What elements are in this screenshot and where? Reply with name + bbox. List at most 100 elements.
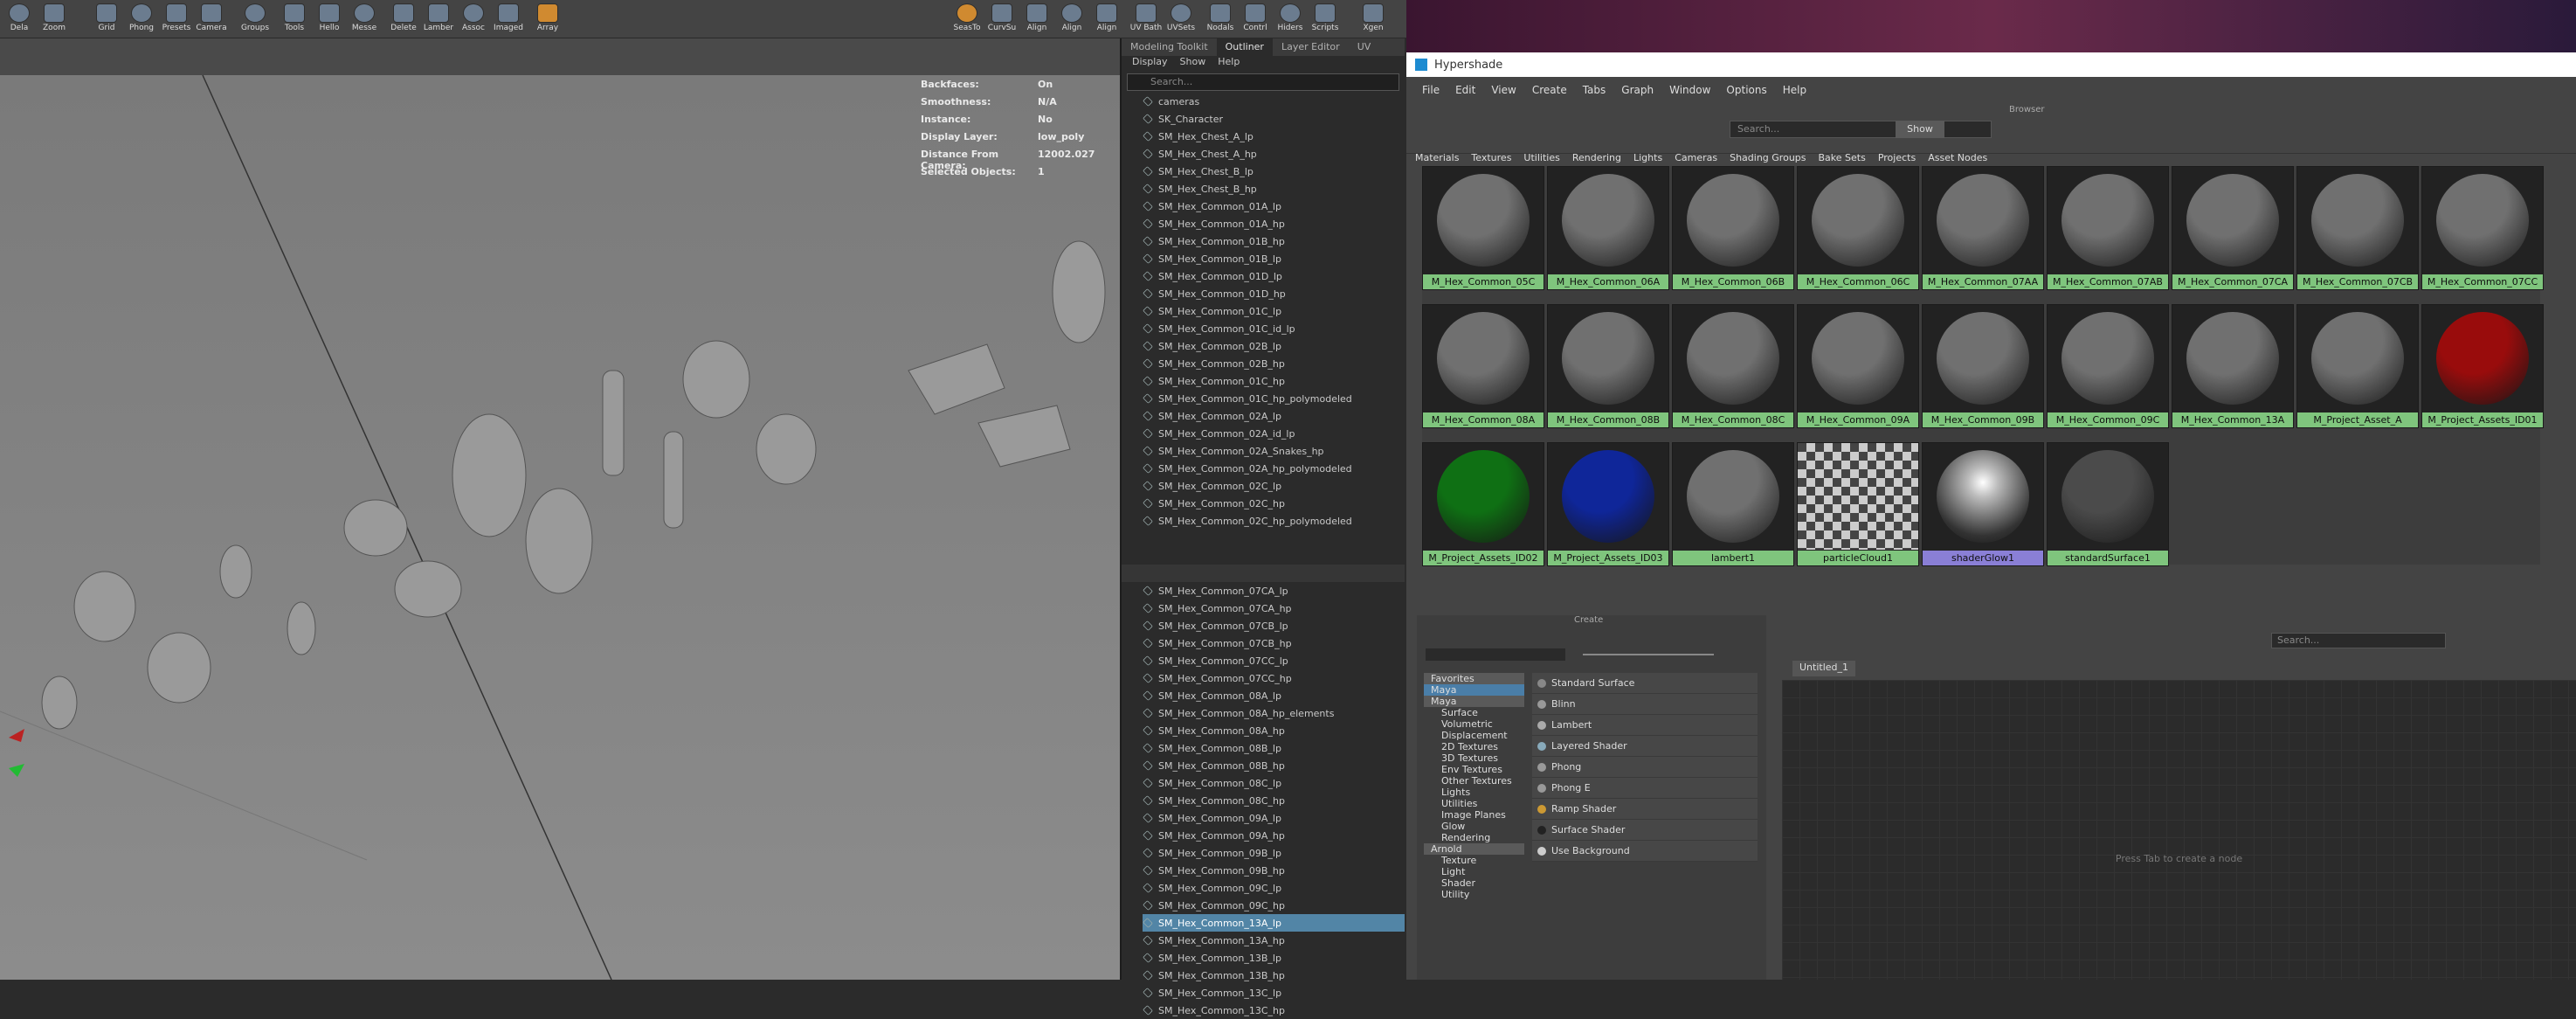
- create-category[interactable]: Other Textures: [1424, 775, 1524, 787]
- outliner-item[interactable]: SM_Hex_Common_09A_lp: [1143, 809, 1405, 827]
- browser-tab-bake-sets[interactable]: Bake Sets: [1819, 152, 1866, 166]
- shelf-button[interactable]: UV Bath: [1127, 3, 1165, 37]
- create-node-item[interactable]: Surface Shader: [1532, 820, 1758, 841]
- hypershade-menu-window[interactable]: Window: [1669, 84, 1710, 96]
- create-node-item[interactable]: Standard Surface: [1532, 673, 1758, 694]
- outliner-item[interactable]: SM_Hex_Common_09A_hp: [1143, 827, 1405, 844]
- create-category[interactable]: Maya: [1424, 684, 1524, 696]
- outliner-item[interactable]: SM_Hex_Common_01A_hp: [1143, 215, 1405, 232]
- outliner-item[interactable]: SM_Hex_Common_08C_hp: [1143, 792, 1405, 809]
- create-node-list[interactable]: Standard Surface Blinn Lambert Layered Shad…: [1532, 673, 1758, 862]
- outliner-item[interactable]: SM_Hex_Common_07CC_lp: [1143, 652, 1405, 669]
- shelf-button[interactable]: Contrl: [1236, 3, 1274, 37]
- hypershade-menu-create[interactable]: Create: [1532, 84, 1567, 96]
- outliner-item[interactable]: SM_Hex_Common_02C_lp: [1143, 477, 1405, 495]
- outliner-item[interactable]: SM_Hex_Common_02A_Snakes_hp: [1143, 442, 1405, 460]
- material-swatch[interactable]: M_Hex_Common_09B: [1922, 304, 2044, 428]
- outliner-splitter[interactable]: [1122, 565, 1405, 582]
- material-swatch[interactable]: M_Hex_Common_09A: [1797, 304, 1919, 428]
- shelf-button[interactable]: Dela: [0, 3, 38, 37]
- outliner-item[interactable]: SM_Hex_Common_08C_lp: [1143, 774, 1405, 792]
- node-editor-canvas[interactable]: Press Tab to create a node: [1782, 680, 2576, 980]
- outliner-item[interactable]: SM_Hex_Chest_B_lp: [1143, 163, 1405, 180]
- create-category[interactable]: 3D Textures: [1424, 752, 1524, 764]
- outliner-item[interactable]: SM_Hex_Common_02C_hp: [1143, 495, 1405, 512]
- create-node-item[interactable]: Blinn: [1532, 694, 1758, 715]
- outliner-item[interactable]: SM_Hex_Common_08A_hp_elements: [1143, 704, 1405, 722]
- browser-tab-projects[interactable]: Projects: [1878, 152, 1916, 166]
- create-node-item[interactable]: Use Background: [1532, 841, 1758, 862]
- shelf-button[interactable]: Align: [1088, 3, 1126, 37]
- outliner-item[interactable]: SM_Hex_Common_02A_hp_polymodeled: [1143, 460, 1405, 477]
- outliner-item[interactable]: SM_Hex_Common_09C_lp: [1143, 879, 1405, 897]
- outliner-item[interactable]: cameras: [1143, 93, 1405, 110]
- shelf-button[interactable]: Align: [1018, 3, 1056, 37]
- material-swatch[interactable]: M_Hex_Common_07CC: [2421, 166, 2544, 290]
- outliner-item[interactable]: SM_Hex_Common_01C_hp: [1143, 372, 1405, 390]
- create-search-input[interactable]: [1426, 648, 1565, 661]
- material-swatch[interactable]: M_Hex_Common_08B: [1547, 304, 1669, 428]
- material-swatch[interactable]: lambert1: [1672, 442, 1794, 566]
- shelf-button[interactable]: Messe: [345, 3, 383, 37]
- node-search-input[interactable]: Search...: [2271, 633, 2446, 648]
- browser-tab-textures[interactable]: Textures: [1471, 152, 1511, 166]
- outliner-list-bottom[interactable]: SM_Hex_Common_07CA_lp SM_Hex_Common_07CA_…: [1122, 582, 1405, 1019]
- outliner-item[interactable]: SM_Hex_Common_01A_lp: [1143, 198, 1405, 215]
- outliner-item[interactable]: SM_Hex_Common_02A_id_lp: [1143, 425, 1405, 442]
- material-swatch[interactable]: M_Project_Assets_ID01: [2421, 304, 2544, 428]
- create-category[interactable]: Env Textures: [1424, 764, 1524, 775]
- create-category[interactable]: Rendering: [1424, 832, 1524, 843]
- material-swatch[interactable]: M_Project_Assets_ID02: [1422, 442, 1544, 566]
- hypershade-menu-help[interactable]: Help: [1783, 84, 1806, 96]
- outliner-item[interactable]: SM_Hex_Common_01B_hp: [1143, 232, 1405, 250]
- create-category[interactable]: Lights: [1424, 787, 1524, 798]
- outliner-item[interactable]: SM_Hex_Common_09C_hp: [1143, 897, 1405, 914]
- shelf-button[interactable]: Array: [528, 3, 567, 37]
- outliner-item[interactable]: SM_Hex_Common_01D_hp: [1143, 285, 1405, 302]
- browser-tab-cameras[interactable]: Cameras: [1675, 152, 1717, 166]
- outliner-item[interactable]: SM_Hex_Chest_B_hp: [1143, 180, 1405, 198]
- create-node-item[interactable]: Lambert: [1532, 715, 1758, 736]
- shelf-button[interactable]: Groups: [236, 3, 274, 37]
- create-category[interactable]: Utilities: [1424, 798, 1524, 809]
- outliner-item[interactable]: SM_Hex_Common_01C_id_lp: [1143, 320, 1405, 337]
- outliner-item[interactable]: SM_Hex_Common_07CB_hp: [1143, 634, 1405, 652]
- browser-tab-asset-nodes[interactable]: Asset Nodes: [1928, 152, 1987, 166]
- create-category-tree[interactable]: Favorites Maya Maya Surface Volumetric Displa…: [1424, 673, 1524, 900]
- hypershade-menu-edit[interactable]: Edit: [1455, 84, 1475, 96]
- outliner-item[interactable]: SM_Hex_Common_02A_lp: [1143, 407, 1405, 425]
- shelf-button[interactable]: SeasTo: [948, 3, 986, 37]
- shelf-button[interactable]: Scripts: [1306, 3, 1344, 37]
- create-node-item[interactable]: Ramp Shader: [1532, 799, 1758, 820]
- material-swatch[interactable]: M_Hex_Common_07CA: [2172, 166, 2294, 290]
- create-category[interactable]: 2D Textures: [1424, 741, 1524, 752]
- create-category[interactable]: Light: [1424, 866, 1524, 877]
- browser-tab-shading-groups[interactable]: Shading Groups: [1730, 152, 1806, 166]
- outliner-item[interactable]: SM_Hex_Common_13B_hp: [1143, 967, 1405, 984]
- outliner-item[interactable]: SM_Hex_Common_13A_hp: [1143, 932, 1405, 949]
- hypershade-menu-view[interactable]: View: [1491, 84, 1516, 96]
- material-swatch[interactable]: particleCloud1: [1797, 442, 1919, 566]
- material-grid[interactable]: M_Hex_Common_05C M_Hex_Common_06A M_Hex_Co…: [1422, 166, 2544, 566]
- outliner-item[interactable]: SM_Hex_Common_01C_hp_polymodeled: [1143, 390, 1405, 407]
- material-swatch[interactable]: shaderGlow1: [1922, 442, 2044, 566]
- 3d-viewport[interactable]: Backfaces: On Smoothness: N/A Instance: No Dis…: [0, 38, 1120, 980]
- create-node-item[interactable]: Phong: [1532, 757, 1758, 778]
- browser-tab-lights[interactable]: Lights: [1633, 152, 1662, 166]
- create-node-item[interactable]: Layered Shader: [1532, 736, 1758, 757]
- tab-layer-editor[interactable]: Layer Editor: [1273, 38, 1349, 56]
- outliner-item[interactable]: SM_Hex_Chest_A_hp: [1143, 145, 1405, 163]
- shelf-button[interactable]: Tools: [275, 3, 314, 37]
- browser-tab-utilities[interactable]: Utilities: [1523, 152, 1559, 166]
- shelf-button[interactable]: Hiders: [1271, 3, 1309, 37]
- material-swatch[interactable]: M_Hex_Common_06B: [1672, 166, 1794, 290]
- shelf-button[interactable]: CurvSu: [983, 3, 1021, 37]
- outliner-item[interactable]: SM_Hex_Common_08B_lp: [1143, 739, 1405, 757]
- shelf-button[interactable]: Presets: [157, 3, 196, 37]
- node-editor-tab[interactable]: Untitled_1: [1792, 661, 1856, 676]
- material-swatch[interactable]: M_Hex_Common_07CB: [2296, 166, 2419, 290]
- create-category[interactable]: Image Planes: [1424, 809, 1524, 821]
- shelf-button[interactable]: Xgen: [1354, 3, 1392, 37]
- create-category[interactable]: Maya: [1424, 696, 1524, 707]
- material-swatch[interactable]: M_Hex_Common_06C: [1797, 166, 1919, 290]
